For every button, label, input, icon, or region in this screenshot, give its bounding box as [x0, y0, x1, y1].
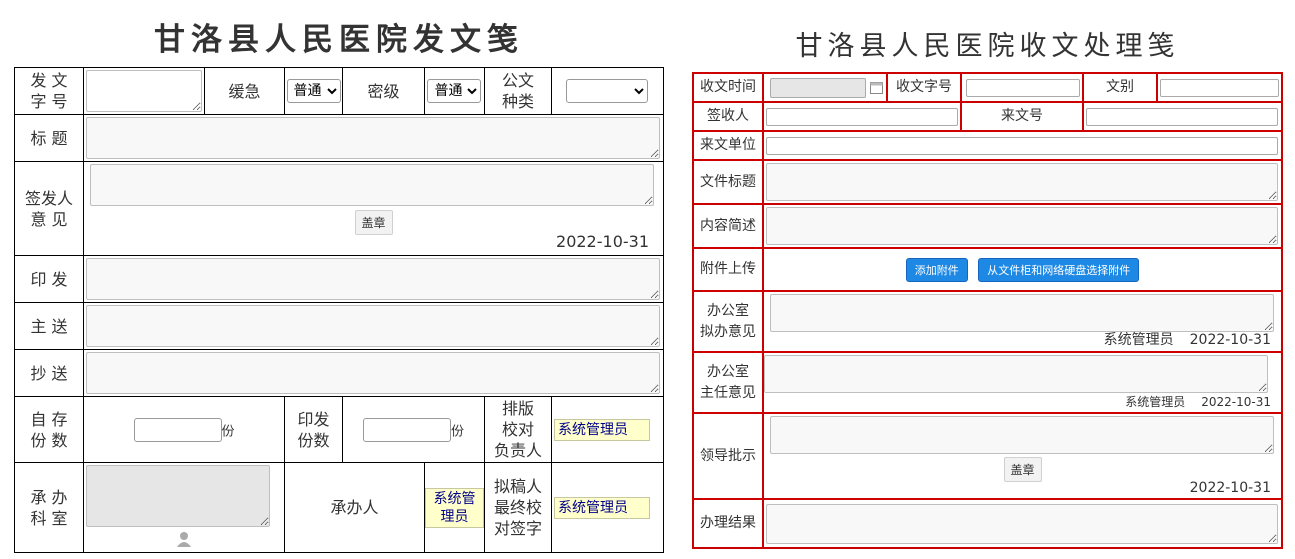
result-field[interactable] — [766, 503, 1279, 544]
summary-field[interactable] — [766, 207, 1279, 245]
subject-field[interactable] — [86, 117, 661, 159]
cc-field[interactable] — [86, 352, 661, 394]
main-send-field[interactable] — [86, 305, 661, 347]
label-subject: 标 题 — [13, 114, 85, 162]
office-opinion-field[interactable] — [770, 294, 1275, 332]
label-doc-type: 公文 种类 — [483, 67, 552, 115]
doc-title-field[interactable] — [766, 163, 1279, 201]
doc-type-select[interactable] — [566, 79, 649, 103]
director-opinion-field[interactable] — [764, 355, 1269, 393]
signer-date: 2022-10-31 — [556, 232, 649, 251]
label-receiver: 签收人 — [691, 101, 765, 132]
label-dept: 承 办科 室 — [13, 462, 85, 553]
label-doc-cat: 文别 — [1081, 72, 1158, 103]
incoming-no-input[interactable] — [1085, 107, 1278, 126]
signer-opinion-field[interactable] — [90, 164, 655, 206]
label-signer: 签发人意 见 — [13, 161, 85, 256]
receipt-form-title: 甘洛县人民医院收文处理笺 — [795, 31, 1180, 62]
label-cc: 抄 送 — [13, 349, 85, 397]
leader-stamp-button[interactable]: 盖章 — [1003, 457, 1042, 482]
doc-cat-input[interactable] — [1159, 78, 1279, 97]
label-urgency: 缓急 — [204, 67, 286, 115]
choose-attachment-button[interactable]: 从文件柜和网络硬盘选择附件 — [978, 257, 1140, 282]
typeset-person-field[interactable]: 系统管理员 — [553, 418, 650, 441]
label-doc-no: 发 文字 号 — [13, 67, 85, 115]
from-unit-input[interactable] — [766, 136, 1279, 155]
office-signature: 系统管理员 2022-10-31 — [1103, 332, 1271, 348]
receiver-input[interactable] — [766, 107, 959, 126]
label-leader: 领导批示 — [691, 412, 765, 500]
dispatch-form-title: 甘洛县人民医院发文笺 — [154, 22, 524, 58]
label-print-copies: 印发 份数 — [284, 396, 343, 463]
label-doc-title: 文件标题 — [691, 159, 765, 205]
recv-no-input[interactable] — [965, 78, 1080, 97]
calendar-icon[interactable] — [870, 81, 884, 94]
label-handler: 承办人 — [284, 462, 425, 553]
dispatch-table: 发 文字 号 缓急 普通 密级 普通 公文 种类 标 题 签发人意 见 盖章 2… — [13, 67, 665, 553]
label-secret: 密级 — [342, 67, 425, 115]
copies-unit: 份 — [221, 424, 235, 439]
label-summary: 内容简述 — [691, 203, 765, 249]
print-field[interactable] — [86, 258, 661, 300]
recv-time-input[interactable] — [770, 77, 867, 98]
print-copies-input[interactable] — [362, 417, 451, 442]
copies-unit: 份 — [450, 424, 464, 439]
label-incoming-no: 来文号 — [959, 101, 1084, 132]
label-result: 办理结果 — [691, 498, 765, 549]
urgency-select[interactable]: 普通 — [286, 79, 341, 103]
leader-instruction-field[interactable] — [770, 416, 1275, 454]
label-drafter: 拟稿人 最终校 对签字 — [483, 462, 552, 553]
drafter-person-field[interactable]: 系统管理员 — [553, 496, 650, 519]
label-attach: 附件上传 — [691, 247, 765, 292]
label-main-send: 主 送 — [13, 302, 85, 350]
label-typeset: 排版 校对 负责人 — [483, 396, 552, 463]
director-signature: 系统管理员 2022-10-31 — [1125, 395, 1271, 409]
label-recv-time: 收文时间 — [691, 72, 765, 103]
label-print: 印 发 — [13, 255, 85, 303]
leader-date: 2022-10-31 — [1189, 480, 1271, 496]
dept-field[interactable] — [86, 465, 271, 527]
label-recv-no: 收文字号 — [886, 72, 962, 103]
label-office-opinion: 办公室 拟办意见 — [691, 290, 765, 353]
add-attachment-button[interactable]: 添加附件 — [905, 257, 968, 282]
receipt-table: 收文时间 收文字号 文别 签收人 来文号 来文单位 文件标题 内容简述 附件上传… — [691, 72, 1284, 549]
label-director-opinion: 办公室 主任意见 — [691, 351, 765, 414]
select-user-icon[interactable] — [176, 531, 192, 547]
stamp-button[interactable]: 盖章 — [354, 210, 393, 235]
label-self-keep: 自 存份 数 — [13, 396, 85, 463]
label-from-unit: 来文单位 — [691, 130, 765, 161]
self-keep-copies-input[interactable] — [133, 417, 222, 442]
secret-level-select[interactable]: 普通 — [427, 79, 482, 103]
handler-person-field[interactable]: 系统管理员 — [424, 487, 484, 528]
doc-no-field[interactable] — [86, 70, 203, 112]
